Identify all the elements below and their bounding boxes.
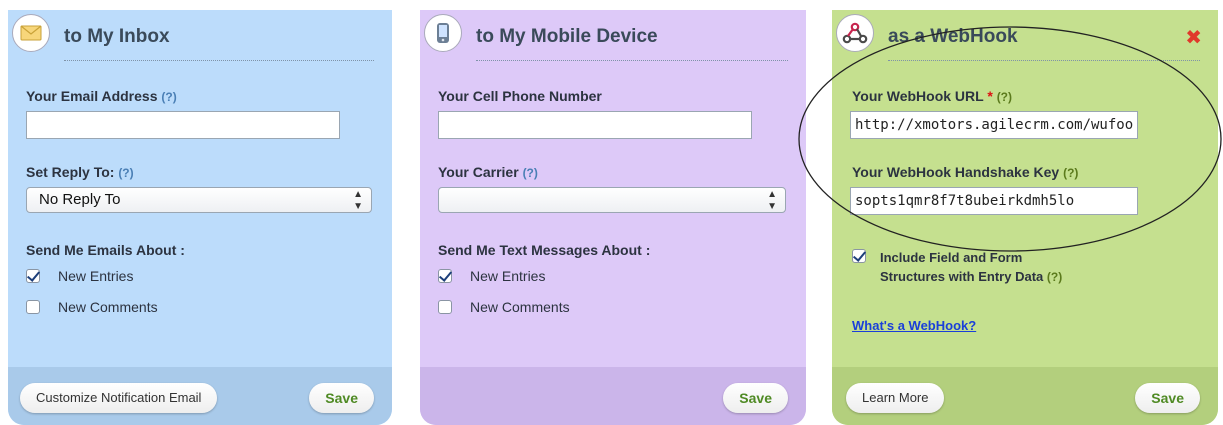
- title-divider: [64, 60, 374, 61]
- webhook-footer: Learn More Save: [832, 367, 1218, 425]
- webhook-url-input[interactable]: http://xmotors.agilecrm.com/wufoo: [850, 111, 1138, 139]
- inbox-title: to My Inbox: [64, 26, 170, 47]
- close-icon[interactable]: ✖: [1185, 28, 1202, 48]
- email-help-link[interactable]: (?): [161, 90, 176, 104]
- handshake-key-help-link[interactable]: (?): [1063, 166, 1078, 180]
- include-line-2: Structures with Entry Data (?): [880, 267, 1062, 287]
- new-comments-checkbox[interactable]: [438, 300, 452, 314]
- whats-a-webhook-link[interactable]: What's a WebHook?: [852, 318, 976, 333]
- reply-to-label: Set Reply To: (?): [26, 164, 134, 180]
- include-line-1: Include Field and Form: [880, 250, 1023, 265]
- inbox-new-entries-option[interactable]: New Entries: [26, 268, 133, 284]
- mobile-panel: to My Mobile Device Your Cell Phone Numb…: [420, 10, 806, 425]
- new-comments-label: New Comments: [58, 299, 158, 315]
- inbox-panel: to My Inbox Your Email Address (?) Set R…: [8, 10, 392, 425]
- email-input[interactable]: [26, 111, 340, 139]
- mobile-phone-icon: [424, 14, 462, 52]
- select-arrows-icon: ▲ ▼: [353, 189, 363, 212]
- mobile-new-entries-option[interactable]: New Entries: [438, 268, 545, 284]
- reply-to-label-text: Set Reply To:: [26, 164, 115, 180]
- reply-to-select[interactable]: No Reply To ▲ ▼: [26, 187, 372, 213]
- reply-to-selected: No Reply To: [39, 191, 121, 208]
- new-entries-label: New Entries: [58, 268, 134, 284]
- webhook-title: as a WebHook: [888, 26, 1018, 47]
- mobile-save-button[interactable]: Save: [723, 383, 788, 413]
- cell-phone-input[interactable]: [438, 111, 752, 139]
- new-entries-label: New Entries: [470, 268, 546, 284]
- cell-phone-label: Your Cell Phone Number: [438, 88, 602, 104]
- webhook-save-button[interactable]: Save: [1135, 383, 1200, 413]
- new-comments-label: New Comments: [470, 299, 570, 315]
- include-structures-text: Include Field and Form Structures with E…: [880, 248, 1062, 287]
- carrier-help-link[interactable]: (?): [523, 166, 538, 180]
- mobile-new-comments-option[interactable]: New Comments: [438, 299, 570, 315]
- webhook-icon: [836, 14, 874, 52]
- learn-more-button[interactable]: Learn More: [846, 383, 945, 413]
- handshake-key-label: Your WebHook Handshake Key (?): [852, 164, 1078, 180]
- include-structures-checkbox[interactable]: [852, 249, 866, 263]
- required-asterisk: *: [987, 88, 993, 104]
- title-divider: [476, 60, 788, 61]
- carrier-select[interactable]: ▲ ▼: [438, 187, 786, 213]
- customize-notification-email-button[interactable]: Customize Notification Email: [20, 383, 218, 413]
- send-emails-label: Send Me Emails About :: [26, 242, 185, 258]
- select-arrows-icon: ▲ ▼: [767, 189, 777, 212]
- carrier-label: Your Carrier (?): [438, 164, 538, 180]
- handshake-key-input[interactable]: sopts1qmr8f7t8ubeirkdmh5lo: [850, 187, 1138, 215]
- include-help-link[interactable]: (?): [1047, 270, 1062, 284]
- envelope-icon: [12, 14, 50, 52]
- reply-to-help-link[interactable]: (?): [118, 166, 133, 180]
- webhook-url-label: Your WebHook URL * (?): [852, 88, 1012, 104]
- email-label: Your Email Address (?): [26, 88, 177, 104]
- email-label-text: Your Email Address: [26, 88, 158, 104]
- handshake-key-label-text: Your WebHook Handshake Key: [852, 164, 1060, 180]
- inbox-footer: Customize Notification Email Save: [8, 367, 392, 425]
- webhook-panel: as a WebHook ✖ Your WebHook URL * (?) ht…: [832, 10, 1218, 425]
- webhook-url-label-text: Your WebHook URL: [852, 88, 984, 104]
- new-entries-checkbox[interactable]: [438, 269, 452, 283]
- new-comments-checkbox[interactable]: [26, 300, 40, 314]
- include-structures-option[interactable]: Include Field and Form Structures with E…: [852, 248, 1062, 287]
- webhook-url-help-link[interactable]: (?): [997, 90, 1012, 104]
- inbox-new-comments-option[interactable]: New Comments: [26, 299, 158, 315]
- title-divider: [888, 60, 1200, 61]
- mobile-title: to My Mobile Device: [476, 26, 658, 47]
- carrier-label-text: Your Carrier: [438, 164, 519, 180]
- send-texts-label: Send Me Text Messages About :: [438, 242, 651, 258]
- mobile-footer: Save: [420, 367, 806, 425]
- include-line-2-text: Structures with Entry Data: [880, 269, 1044, 284]
- new-entries-checkbox[interactable]: [26, 269, 40, 283]
- inbox-save-button[interactable]: Save: [309, 383, 374, 413]
